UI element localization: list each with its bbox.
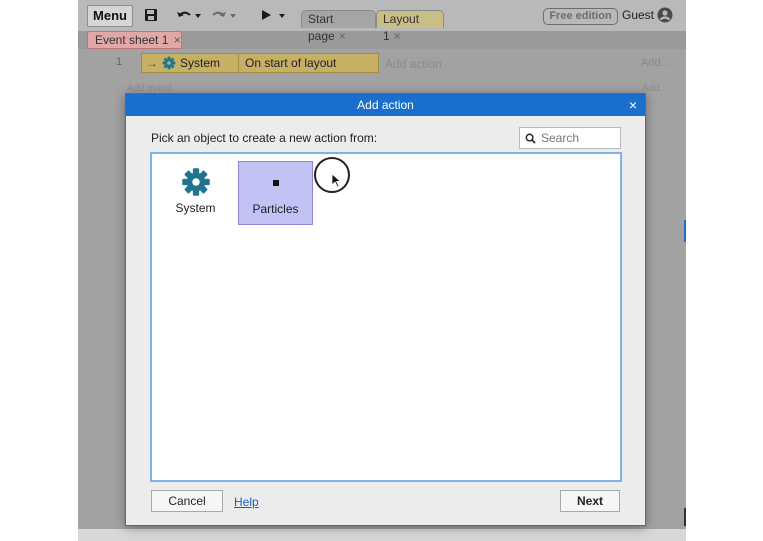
user-icon[interactable]	[657, 7, 673, 26]
close-icon[interactable]: ×	[174, 33, 181, 47]
close-icon[interactable]: ×	[394, 29, 401, 43]
search-box[interactable]	[519, 127, 621, 149]
dialog-prompt: Pick an object to create a new action fr…	[151, 131, 378, 145]
condition-object: System	[162, 56, 238, 70]
status-bar	[78, 529, 686, 541]
toolbar: Menu Start page × Layout 1 × Free edition …	[78, 0, 686, 43]
tab-label: Layout 1	[383, 12, 420, 43]
tab-label: Event sheet 1	[95, 33, 169, 47]
object-particles[interactable]: Particles	[238, 161, 313, 225]
object-label: System	[175, 201, 216, 215]
object-system[interactable]: System	[158, 161, 233, 225]
event-row-number: 1	[116, 56, 123, 68]
event-condition[interactable]: → System On start of layout	[141, 53, 379, 73]
tab-label: Start page	[308, 12, 335, 43]
undo-icon[interactable]	[175, 6, 203, 24]
gear-icon	[158, 161, 233, 197]
next-button[interactable]: Next	[560, 490, 620, 512]
add-more-link[interactable]: Add...	[641, 57, 670, 69]
free-edition-badge[interactable]: Free edition	[543, 8, 618, 25]
tab-layout-1[interactable]: Layout 1 ×	[376, 10, 444, 43]
add-action-dialog: Add action × Pick an object to create a …	[125, 93, 646, 526]
scrollbar-end[interactable]	[684, 508, 686, 526]
help-link[interactable]: Help	[234, 495, 259, 509]
mouse-pointer-icon	[331, 173, 342, 188]
scrollbar-thumb[interactable]	[684, 220, 686, 242]
play-icon[interactable]	[258, 6, 288, 24]
dialog-title: Add action	[357, 98, 414, 112]
user-label[interactable]: Guest	[622, 8, 654, 22]
search-input[interactable]	[541, 131, 613, 145]
arrow-icon: →	[146, 56, 158, 70]
dialog-title-bar: Add action ×	[126, 94, 645, 116]
save-icon[interactable]	[143, 6, 159, 24]
add-action-link[interactable]: Add action	[385, 57, 442, 71]
object-label: Particles	[252, 202, 299, 216]
condition-object-label: System	[180, 56, 221, 70]
search-icon	[525, 133, 536, 144]
condition-text: On start of layout	[245, 56, 337, 70]
gear-icon	[162, 56, 176, 70]
cancel-button[interactable]: Cancel	[151, 490, 223, 512]
particles-icon	[239, 162, 312, 198]
menu-button[interactable]: Menu	[87, 5, 133, 27]
redo-icon[interactable]	[210, 6, 238, 24]
object-list[interactable]: System Particles	[150, 152, 622, 482]
close-icon[interactable]: ×	[339, 29, 346, 43]
tab-start-page[interactable]: Start page ×	[301, 10, 376, 43]
tab-event-sheet-1[interactable]: Event sheet 1 ×	[87, 31, 182, 49]
close-icon[interactable]: ×	[629, 97, 637, 113]
